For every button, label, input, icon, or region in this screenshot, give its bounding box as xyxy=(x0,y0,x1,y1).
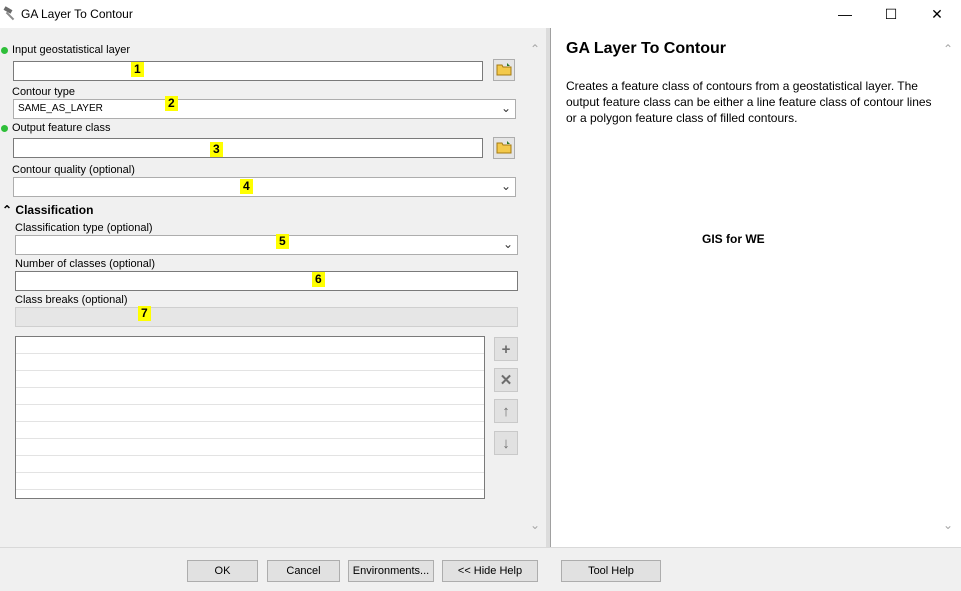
list-item[interactable] xyxy=(16,456,484,473)
classification-section-header[interactable]: ⌃ Classification xyxy=(2,203,93,217)
parameters-panel: Input geostatistical layer 1 Contour typ… xyxy=(0,28,546,547)
move-down-button[interactable]: ↓ xyxy=(494,431,518,455)
list-item[interactable] xyxy=(16,439,484,456)
arrow-up-icon: ↑ xyxy=(502,402,510,420)
close-button[interactable]: ✕ xyxy=(914,0,960,28)
chevron-down-icon: ⌄ xyxy=(500,179,511,193)
title-bar: GA Layer To Contour — ☐ ✕ xyxy=(0,0,961,28)
annotation-6: 6 xyxy=(312,272,325,287)
class-breaks-label: Class breaks (optional) xyxy=(15,294,128,306)
hide-help-button[interactable]: << Hide Help xyxy=(442,560,538,582)
ok-button[interactable]: OK xyxy=(187,560,258,582)
required-dot-icon xyxy=(1,47,8,54)
list-item[interactable] xyxy=(16,388,484,405)
collapse-chevron-icon: ⌃ xyxy=(2,203,13,217)
required-dot-icon xyxy=(1,125,8,132)
cancel-button[interactable]: Cancel xyxy=(267,560,340,582)
arrow-down-icon: ↓ xyxy=(502,434,510,452)
list-item[interactable] xyxy=(16,337,484,354)
class-breaks-list[interactable] xyxy=(15,336,485,499)
button-bar: OK Cancel Environments... << Hide Help T… xyxy=(0,547,961,591)
x-icon: ✕ xyxy=(499,372,513,389)
plus-icon: + xyxy=(501,340,511,358)
help-panel: GA Layer To Contour Creates a feature cl… xyxy=(550,28,961,547)
scroll-down-icon[interactable]: ⌄ xyxy=(943,518,953,532)
classification-type-label: Classification type (optional) xyxy=(15,222,153,234)
contour-type-select[interactable]: SAME_AS_LAYER ⌄ xyxy=(13,99,516,119)
list-item[interactable] xyxy=(16,473,484,490)
contour-type-label: Contour type xyxy=(12,86,75,98)
contour-quality-label: Contour quality (optional) xyxy=(12,164,135,176)
num-classes-label: Number of classes (optional) xyxy=(15,258,156,270)
input-browse-button[interactable] xyxy=(493,59,515,81)
list-item[interactable] xyxy=(16,405,484,422)
annotation-5: 5 xyxy=(276,234,289,249)
remove-button[interactable]: ✕ xyxy=(494,368,518,392)
annotation-3: 3 xyxy=(210,142,223,157)
open-folder-icon xyxy=(496,140,512,157)
input-layer-label: Input geostatistical layer xyxy=(12,44,131,56)
add-button[interactable]: + xyxy=(494,337,518,361)
scroll-up-icon[interactable]: ⌃ xyxy=(530,42,540,56)
chevron-down-icon: ⌄ xyxy=(500,101,511,115)
annotation-2: 2 xyxy=(165,96,178,111)
window-title: GA Layer To Contour xyxy=(21,7,133,21)
help-title: GA Layer To Contour xyxy=(566,40,726,57)
help-description: Creates a feature class of contours from… xyxy=(566,79,932,125)
classification-header-label: Classification xyxy=(15,203,94,217)
move-up-button[interactable]: ↑ xyxy=(494,399,518,423)
classification-type-select[interactable]: ⌄ xyxy=(15,235,518,255)
chevron-down-icon: ⌄ xyxy=(502,237,513,251)
watermark-text: GIS for WE xyxy=(702,232,765,246)
maximize-button[interactable]: ☐ xyxy=(868,0,914,28)
list-item[interactable] xyxy=(16,371,484,388)
annotation-1: 1 xyxy=(131,62,144,77)
contour-quality-select[interactable]: ⌄ xyxy=(13,177,516,197)
input-layer-field[interactable] xyxy=(13,61,483,81)
class-breaks-field xyxy=(15,307,518,327)
contour-type-value: SAME_AS_LAYER xyxy=(18,103,103,114)
output-class-field[interactable] xyxy=(13,138,483,158)
scroll-up-icon[interactable]: ⌃ xyxy=(943,42,953,56)
list-item[interactable] xyxy=(16,354,484,371)
output-browse-button[interactable] xyxy=(493,137,515,159)
open-folder-icon xyxy=(496,62,512,79)
annotation-4: 4 xyxy=(240,179,253,194)
annotation-7: 7 xyxy=(138,306,151,321)
minimize-button[interactable]: — xyxy=(822,0,868,28)
tool-help-button[interactable]: Tool Help xyxy=(561,560,661,582)
list-item[interactable] xyxy=(16,422,484,439)
environments-button[interactable]: Environments... xyxy=(348,560,434,582)
output-class-label: Output feature class xyxy=(12,122,111,134)
num-classes-field[interactable] xyxy=(15,271,518,291)
scroll-down-icon[interactable]: ⌄ xyxy=(530,518,540,532)
hammer-icon xyxy=(2,5,18,21)
